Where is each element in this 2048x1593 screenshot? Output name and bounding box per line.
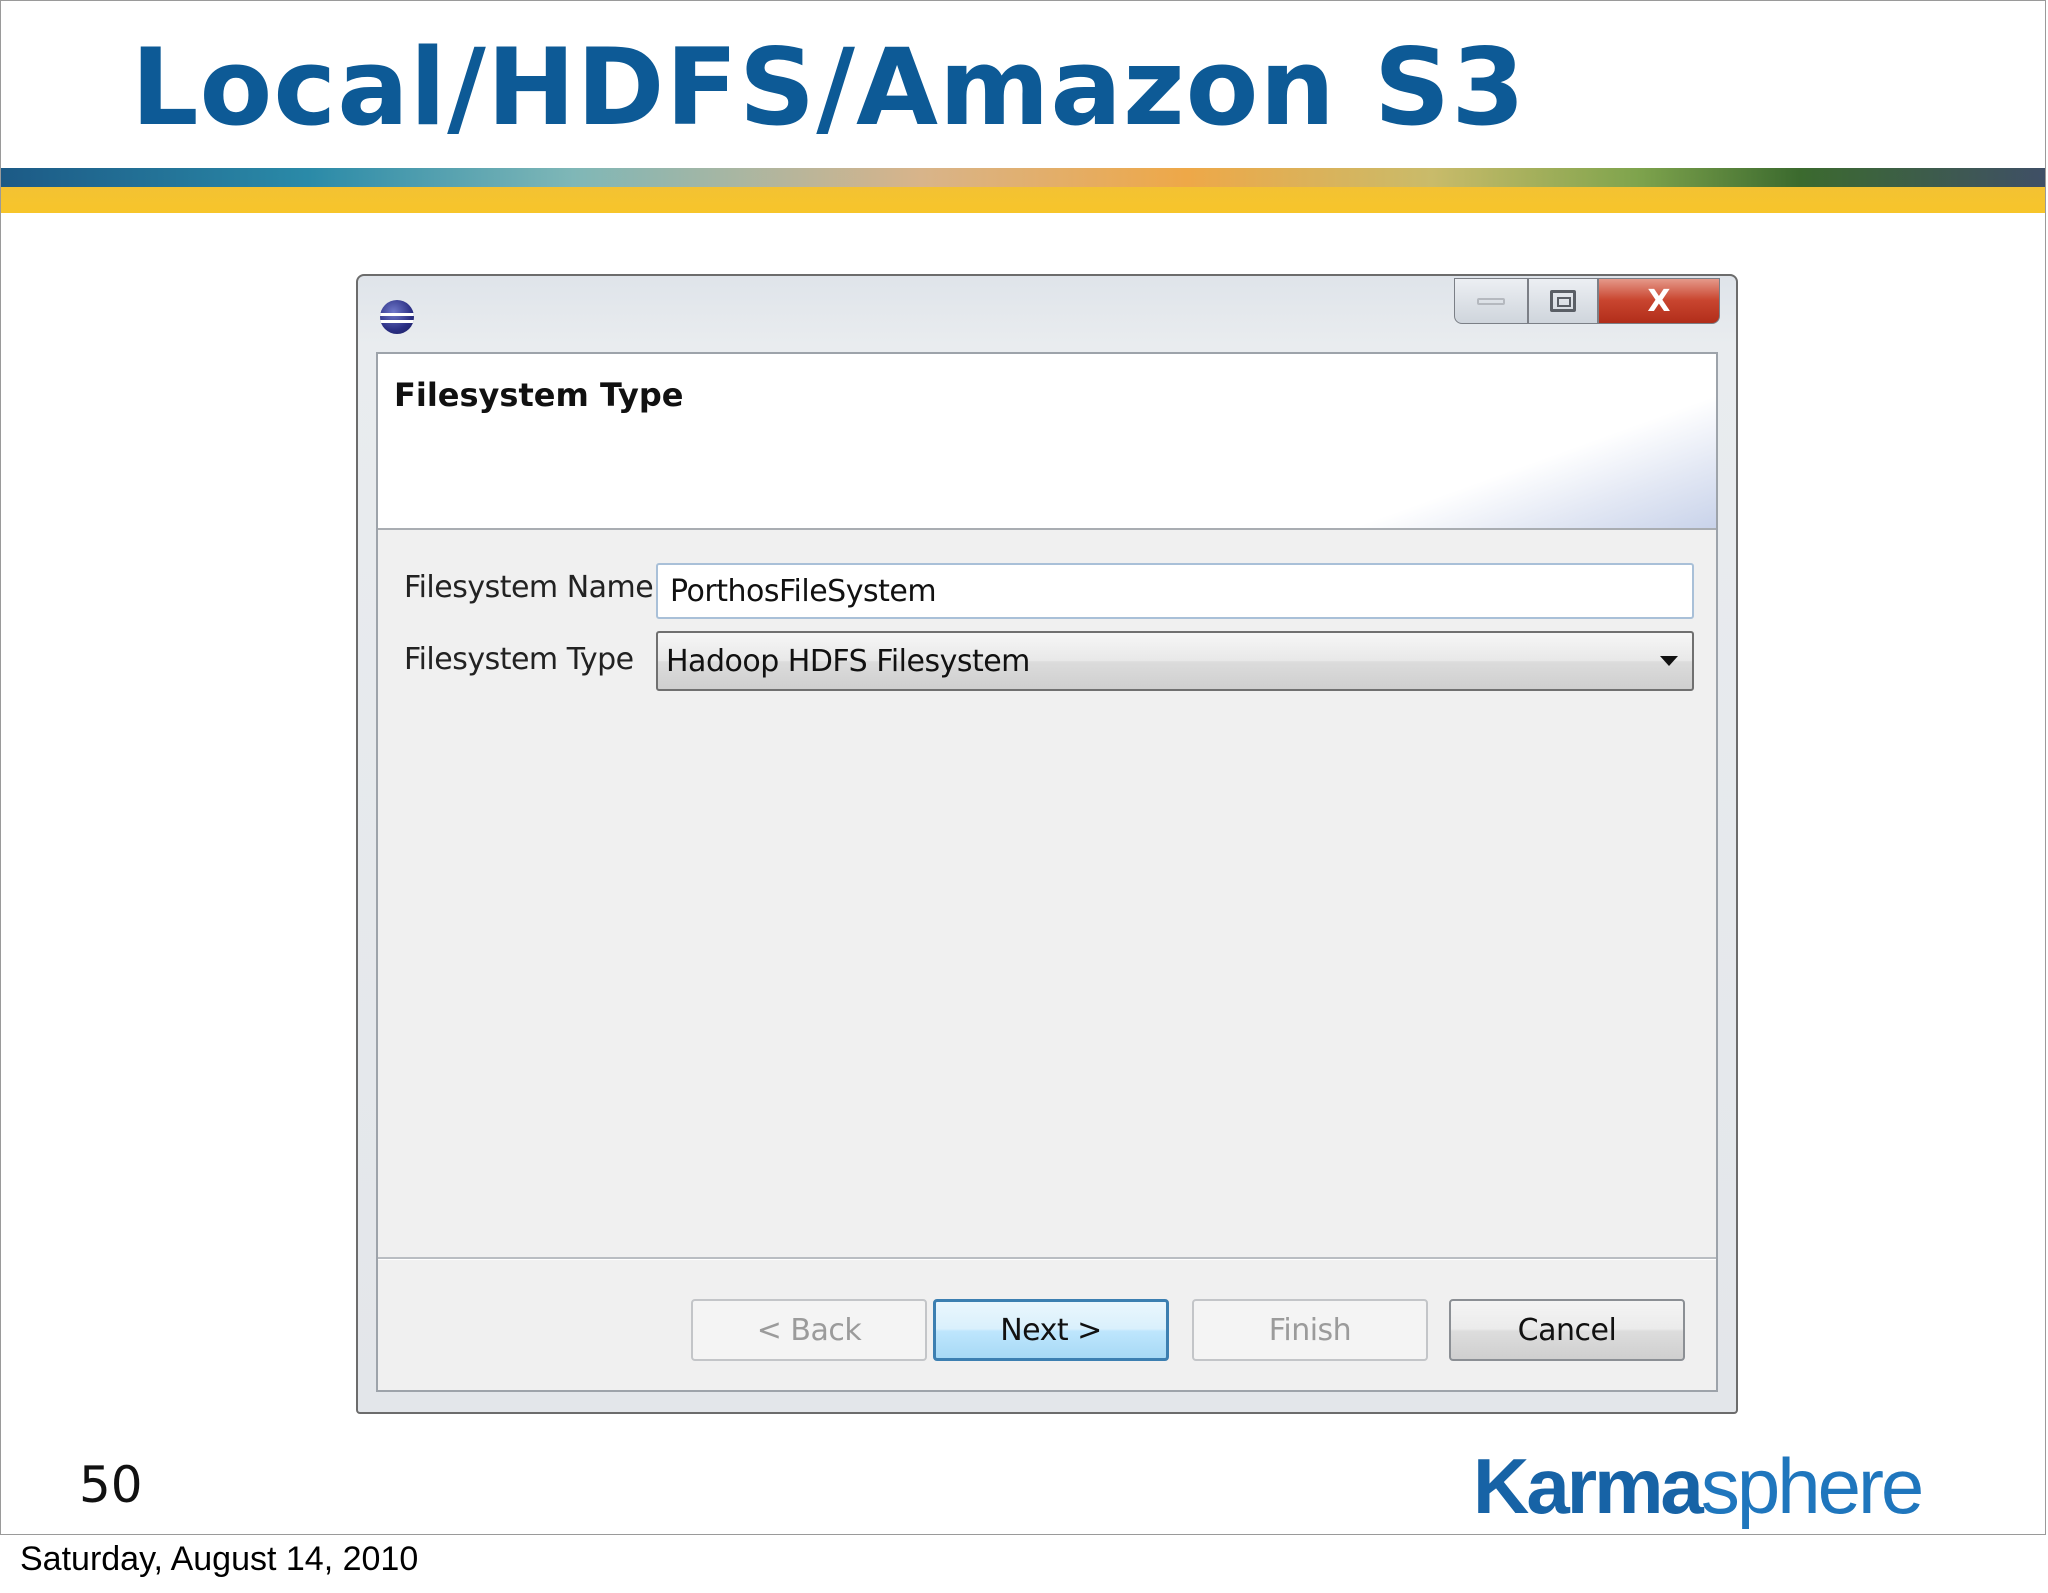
maximize-button[interactable] bbox=[1528, 278, 1598, 324]
next-button[interactable]: Next > bbox=[933, 1299, 1169, 1361]
filesystem-type-label: Filesystem Type bbox=[404, 642, 634, 677]
footer-separator bbox=[378, 1257, 1716, 1260]
filesystem-type-select[interactable]: Hadoop HDFS Filesystem bbox=[656, 631, 1694, 691]
filesystem-wizard-dialog: X Filesystem Type Filesystem Name Filesy… bbox=[356, 274, 1738, 1414]
chevron-down-icon[interactable] bbox=[1660, 656, 1678, 666]
close-button[interactable]: X bbox=[1598, 278, 1720, 324]
footer-date: Saturday, August 14, 2010 bbox=[20, 1540, 419, 1578]
logo-text-sphere: sphere bbox=[1700, 1442, 1924, 1530]
back-button[interactable]: < Back bbox=[691, 1299, 927, 1361]
window-controls: X bbox=[1454, 278, 1720, 326]
eclipse-app-icon[interactable] bbox=[380, 300, 414, 334]
decorative-stripe-gradient bbox=[1, 168, 2045, 187]
filesystem-name-label: Filesystem Name bbox=[404, 570, 654, 605]
filesystem-type-selected-value: Hadoop HDFS Filesystem bbox=[666, 643, 1030, 679]
logo-text-karma: Karma bbox=[1473, 1442, 1704, 1530]
slide: Local/HDFS/Amazon S3 X Filesystem Type F… bbox=[0, 0, 2046, 1535]
decorative-stripe-yellow bbox=[1, 187, 2045, 213]
maximize-icon bbox=[1550, 290, 1576, 312]
slide-title: Local/HDFS/Amazon S3 bbox=[131, 26, 1526, 149]
filesystem-name-input[interactable] bbox=[656, 563, 1694, 619]
slide-page-number: 50 bbox=[79, 1456, 143, 1514]
minimize-button[interactable] bbox=[1454, 278, 1528, 324]
minimize-icon bbox=[1477, 297, 1505, 305]
wizard-page-title: Filesystem Type bbox=[394, 376, 684, 414]
cancel-button[interactable]: Cancel bbox=[1449, 1299, 1685, 1361]
finish-button[interactable]: Finish bbox=[1192, 1299, 1428, 1361]
close-icon: X bbox=[1647, 283, 1671, 319]
wizard-header-banner: Filesystem Type bbox=[378, 354, 1716, 530]
karmasphere-logo: Karmasphere bbox=[1473, 1441, 1924, 1532]
dialog-client-area: Filesystem Type Filesystem Name Filesyst… bbox=[376, 352, 1718, 1392]
